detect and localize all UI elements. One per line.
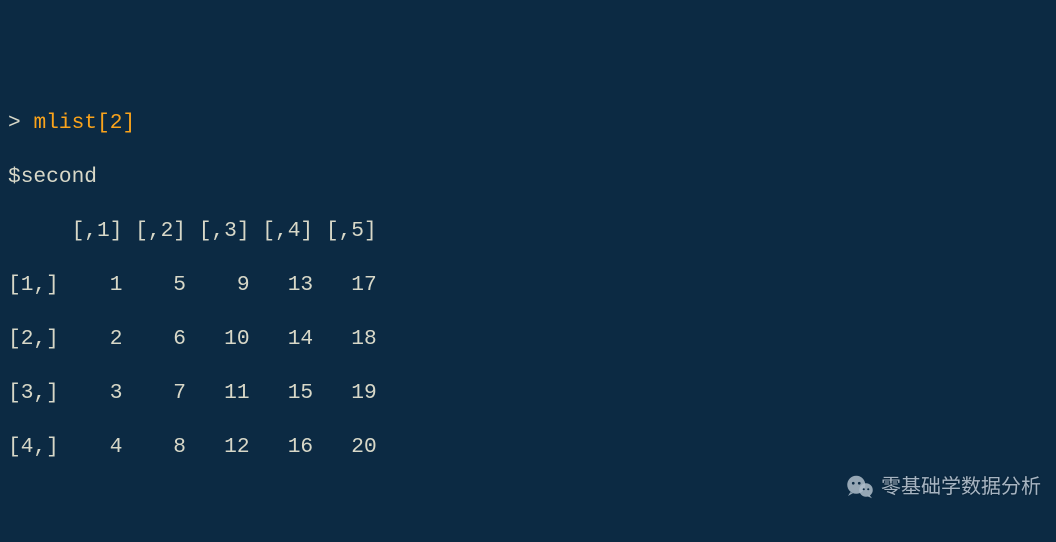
console-line: > mlist[2] — [8, 110, 1056, 137]
output-second-colnames: [,1] [,2] [,3] [,4] [,5] — [8, 218, 1056, 245]
wechat-icon — [845, 472, 875, 502]
output-second-header: $second — [8, 164, 1056, 191]
command-input-1[interactable]: mlist[2] — [33, 111, 135, 135]
watermark: 零基础学数据分析 — [845, 472, 1041, 502]
prompt-symbol: > — [8, 111, 33, 135]
output-second-row3: [3,] 3 7 11 15 19 — [8, 380, 1056, 407]
output-second-row4: [4,] 4 8 12 16 20 — [8, 434, 1056, 461]
watermark-text: 零基础学数据分析 — [881, 474, 1041, 501]
output-second-row1: [1,] 1 5 9 13 17 — [8, 272, 1056, 299]
output-second-row2: [2,] 2 6 10 14 18 — [8, 326, 1056, 353]
